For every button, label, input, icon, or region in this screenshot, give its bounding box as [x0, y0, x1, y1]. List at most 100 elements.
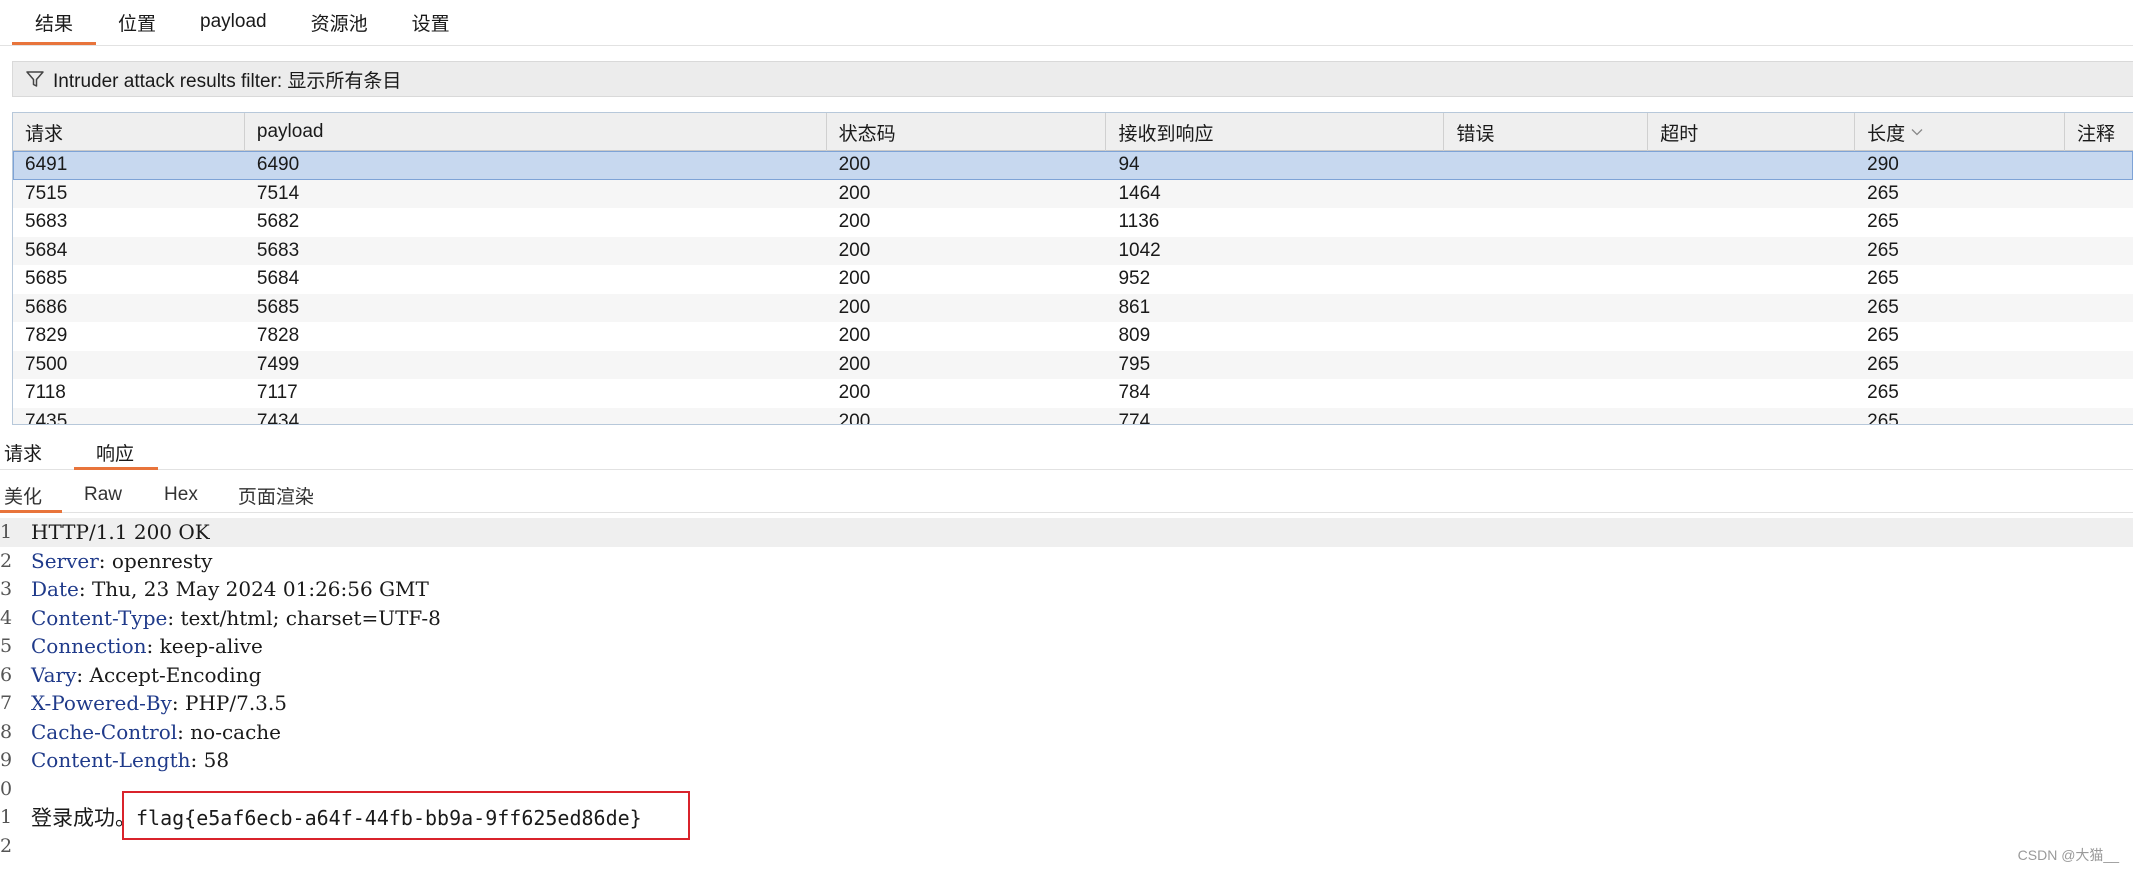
- line-number: 4: [0, 606, 13, 629]
- code-line: 5 Connection: keep-alive: [0, 632, 2133, 661]
- top-tab-bar: 结果 位置 payload 资源池 设置: [0, 0, 2133, 46]
- column-header-status[interactable]: 状态码: [827, 113, 1107, 151]
- column-header-error[interactable]: 错误: [1444, 113, 1649, 151]
- table-row[interactable]: 7500 7499 200 795 265: [13, 350, 2133, 380]
- header-separator: :: [190, 748, 204, 773]
- tab-results[interactable]: 结果: [12, 0, 96, 45]
- column-header-timeout[interactable]: 超时: [1648, 113, 1856, 151]
- table-cell: [1444, 265, 1648, 294]
- tab-request[interactable]: 请求: [0, 434, 56, 470]
- line-number: 7: [0, 692, 13, 715]
- table-cell: [1444, 379, 1648, 408]
- column-header-payload[interactable]: payload: [245, 113, 827, 151]
- tab-response[interactable]: 响应: [74, 434, 159, 470]
- header-line: Server: openresty: [31, 549, 212, 573]
- table-cell: [1648, 180, 1855, 209]
- column-header-response-received[interactable]: 接收到响应: [1106, 113, 1445, 151]
- results-filter-bar[interactable]: Intruder attack results filter: 显示所有条目: [12, 61, 2133, 97]
- tab-hex[interactable]: Hex: [164, 477, 198, 513]
- table-cell: [1648, 237, 1855, 266]
- header-key: Vary: [31, 662, 77, 687]
- table-row[interactable]: 6491 6490 200 94 290: [13, 151, 2133, 180]
- table-cell: [1648, 351, 1855, 380]
- line-number: 3: [0, 578, 13, 601]
- line-number: 2: [0, 834, 13, 857]
- table-cell: 1042: [1118, 239, 1161, 261]
- tab-positions[interactable]: 位置: [96, 0, 178, 45]
- header-line: Content-Type: text/html; charset=UTF-8: [31, 606, 441, 630]
- tab-raw[interactable]: Raw: [84, 477, 122, 513]
- line-number: 2: [0, 549, 13, 572]
- line-number: 8: [0, 720, 13, 743]
- table-cell: [1444, 237, 1648, 266]
- table-cell: [1648, 151, 1855, 180]
- column-header-length-label: 长度: [1867, 123, 1906, 145]
- status-line: HTTP/1.1 200 OK: [31, 520, 210, 545]
- table-cell: 861: [1118, 296, 1151, 318]
- table-row[interactable]: 5685 5684 200 952 265: [13, 265, 2133, 294]
- table-body: 6491 6490 200 94 290 7515 7514 200 1464 265 5683 56…: [13, 151, 2133, 425]
- column-header-length[interactable]: 长度: [1855, 113, 2066, 151]
- table-cell: 7829: [25, 325, 68, 347]
- table-cell: 7828: [256, 325, 300, 347]
- table-cell: 795: [1118, 353, 1151, 375]
- code-line: 8 Cache-Control: no-cache: [0, 718, 2133, 747]
- table-cell: [1648, 408, 1855, 425]
- filter-text: Intruder attack results filter: 显示所有条目: [53, 70, 402, 92]
- results-table: 请求 payload 状态码 接收到响应 错误 超时 长度 注释 6491 649…: [12, 112, 2133, 425]
- table-cell: 200: [838, 268, 871, 290]
- tab-payloads[interactable]: payload: [178, 0, 289, 45]
- tab-pretty[interactable]: 美化: [0, 477, 63, 513]
- table-row[interactable]: 7435 7434 200 774 265: [13, 407, 2133, 425]
- table-cell: [1648, 265, 1855, 294]
- header-line: Content-Length: 58: [31, 748, 229, 772]
- tab-settings[interactable]: 设置: [390, 0, 472, 45]
- table-row[interactable]: 7829 7828 200 809 265: [13, 322, 2133, 351]
- table-row[interactable]: 5683 5682 200 1136 265: [13, 208, 2133, 237]
- table-row[interactable]: 5684 5683 200 1042 265: [13, 236, 2133, 266]
- table-cell: [1444, 322, 1648, 351]
- table-cell: [2065, 294, 2133, 323]
- table-cell: [2065, 237, 2133, 266]
- table-cell: 265: [1867, 382, 1899, 404]
- table-cell: [1648, 379, 1855, 408]
- table-cell: [1648, 294, 1855, 323]
- table-cell: 265: [1867, 211, 1899, 233]
- table-cell: 7499: [256, 353, 300, 375]
- header-key: Date: [31, 577, 79, 602]
- header-value: text/html; charset=UTF-8: [180, 605, 441, 630]
- line-number: 1: [0, 521, 13, 544]
- tab-render[interactable]: 页面渲染: [238, 477, 314, 513]
- header-key: Cache-Control: [31, 719, 178, 744]
- table-cell: 5685: [256, 296, 300, 318]
- login-success-text: 登录成功。: [31, 806, 136, 831]
- column-header-comment[interactable]: 注释: [2065, 113, 2133, 151]
- header-separator: :: [171, 691, 185, 716]
- table-cell: 7434: [256, 410, 300, 425]
- sort-descending-icon: [1911, 129, 1923, 136]
- table-cell: 7435: [25, 410, 68, 425]
- response-editor[interactable]: 1 HTTP/1.1 200 OK 2 Server: openresty 3 Dat…: [0, 518, 2133, 875]
- column-header-request[interactable]: 请求: [13, 113, 245, 151]
- tab-resource-pool[interactable]: 资源池: [289, 0, 390, 45]
- table-cell: 7118: [25, 382, 66, 404]
- table-cell: [1444, 180, 1648, 209]
- table-row[interactable]: 7118 7117 200 784 265: [13, 379, 2133, 408]
- header-value: no-cache: [190, 719, 282, 744]
- table-cell: 290: [1867, 154, 1899, 176]
- table-cell: 200: [838, 296, 871, 318]
- header-value: Thu, 23 May 2024 01:26:56 GMT: [91, 577, 429, 602]
- table-cell: 5683: [256, 239, 300, 261]
- table-cell: 1136: [1118, 211, 1160, 233]
- header-line: Connection: keep-alive: [31, 634, 263, 658]
- table-cell: 5686: [25, 296, 68, 318]
- table-row[interactable]: 7515 7514 200 1464 265: [13, 179, 2133, 209]
- code-line: 2: [0, 832, 2133, 861]
- line-number: 5: [0, 635, 13, 658]
- table-cell: 5684: [256, 268, 300, 290]
- table-cell: 200: [838, 410, 871, 425]
- header-separator: :: [167, 605, 181, 630]
- header-key: Server: [31, 548, 99, 573]
- table-cell: 5684: [25, 239, 68, 261]
- table-row[interactable]: 5686 5685 200 861 265: [13, 293, 2133, 323]
